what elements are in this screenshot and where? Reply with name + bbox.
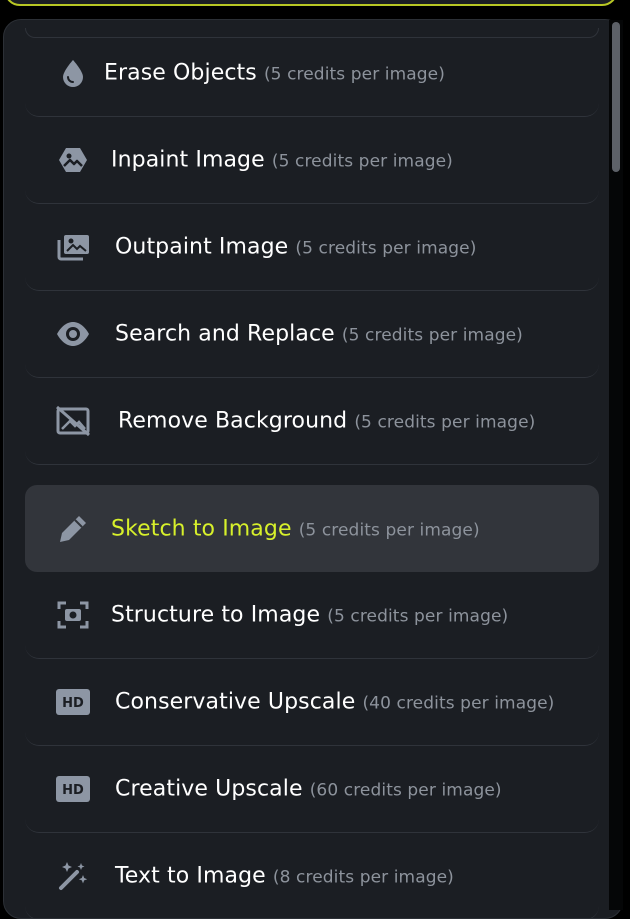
tool-credits: (5 credits per image) [295, 238, 477, 259]
tool-credits: (5 credits per image) [327, 606, 509, 627]
menu-item-remove-background[interactable]: Remove Background (5 credits per image) [25, 378, 599, 465]
tool-name: Search and Replace [115, 321, 335, 347]
camera-frame-icon [55, 597, 91, 633]
tool-credits: (5 credits per image) [298, 520, 480, 540]
menu-item-outpaint-image[interactable]: Outpaint Image (5 credits per image) [25, 204, 599, 291]
menu-item-label: Inpaint Image (5 credits per image) [111, 148, 453, 173]
menu-item-search-and-replace[interactable]: Search and Replace (5 credits per image) [25, 291, 599, 378]
hd-icon: HD [55, 771, 91, 807]
menu-item-label: Outpaint Image (5 credits per image) [115, 235, 476, 260]
menu-item-erase-objects[interactable]: Erase Objects (5 credits per image) [25, 30, 599, 117]
tool-name: Outpaint Image [115, 234, 289, 260]
tool-name: Creative Upscale [115, 776, 303, 802]
menu-item-label: Conservative Upscale (40 credits per ima… [115, 690, 554, 715]
menu-item-text-to-image[interactable]: Text to Image (8 credits per image) [25, 833, 599, 918]
select-input[interactable] [4, 0, 618, 6]
tool-name: Erase Objects [104, 60, 257, 86]
tool-credits: (60 credits per image) [309, 780, 502, 801]
hd-icon-text: HD [62, 696, 84, 711]
menu-item-conservative-upscale[interactable]: HD Conservative Upscale (40 credits per … [25, 659, 599, 746]
hd-icon: HD [55, 684, 91, 720]
tool-name: Structure to Image [111, 602, 321, 628]
image-edit-icon [55, 142, 91, 178]
menu-item-inpaint-image[interactable]: Inpaint Image (5 credits per image) [25, 117, 599, 204]
menu-item-structure-to-image[interactable]: Structure to Image (5 credits per image) [25, 572, 599, 659]
images-icon [55, 229, 91, 265]
menu-item-label: Search and Replace (5 credits per image) [115, 322, 523, 347]
image-off-icon [55, 403, 91, 439]
menu-item-label: Creative Upscale (60 credits per image) [115, 777, 502, 802]
tool-credits: (8 credits per image) [272, 867, 454, 888]
tool-credits: (5 credits per image) [271, 151, 453, 172]
tool-name: Remove Background [118, 408, 348, 434]
menu-item-sketch-to-image[interactable]: Sketch to Image (5 credits per image) [25, 485, 599, 572]
menu-item-creative-upscale[interactable]: HD Creative Upscale (60 credits per imag… [25, 746, 599, 833]
magic-wand-icon [55, 858, 91, 894]
menu-item-label: Erase Objects (5 credits per image) [104, 61, 445, 86]
menu-item-label: Remove Background (5 credits per image) [118, 409, 535, 434]
tool-name: Conservative Upscale [115, 689, 356, 715]
tool-name: Text to Image [115, 863, 266, 889]
eye-icon [55, 316, 91, 352]
tool-credits: (5 credits per image) [354, 412, 536, 433]
tool-name: Inpaint Image [111, 147, 265, 173]
hd-icon-text: HD [62, 783, 84, 798]
tool-dropdown-menu: Erase Objects (5 credits per image) Inpa… [3, 19, 623, 919]
menu-item-label: Structure to Image (5 credits per image) [111, 603, 508, 628]
scrollbar-thumb[interactable] [612, 22, 620, 172]
pencil-icon [55, 511, 91, 547]
tool-credits: (5 credits per image) [341, 325, 523, 346]
tool-credits: (5 credits per image) [263, 64, 445, 85]
drop-icon [55, 55, 91, 91]
tool-name: Sketch to Image [111, 516, 292, 541]
menu-item-label: Text to Image (8 credits per image) [115, 864, 454, 889]
menu-item-label: Sketch to Image (5 credits per image) [111, 516, 480, 541]
tool-credits: (40 credits per image) [362, 693, 555, 714]
